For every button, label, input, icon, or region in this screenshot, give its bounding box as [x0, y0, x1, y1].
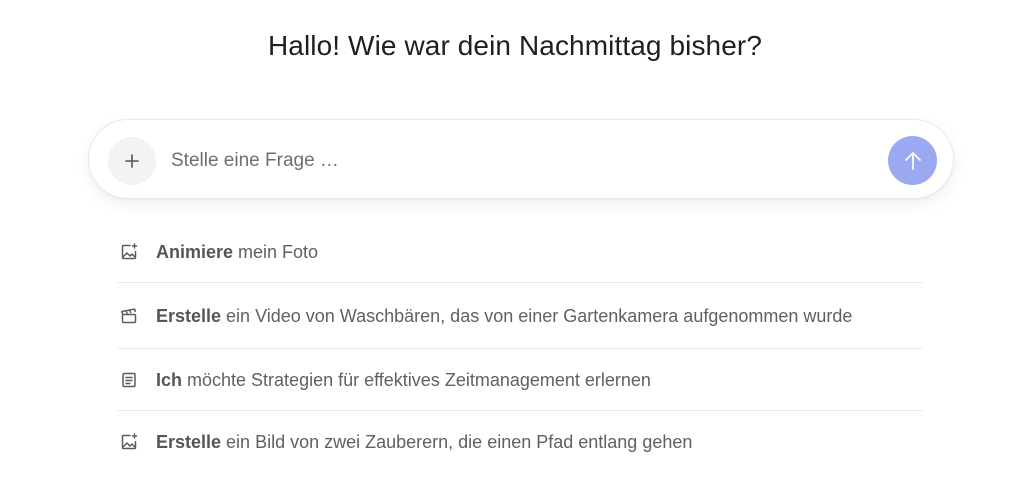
suggestion-text: mein Foto: [233, 242, 319, 262]
suggestion-text: möchte Strategien für effektives Zeitman…: [182, 369, 651, 390]
chat-home: Hallo! Wie war dein Nachmittag bisher? A…: [0, 0, 1030, 502]
greeting-title: Hallo! Wie war dein Nachmittag bisher?: [267, 30, 762, 61]
suggestion-list: Animiere mein Foto Erstelle ein Video vo…: [118, 222, 922, 473]
suggestion-item[interactable]: Ich möchte Strategien für effektives Zei…: [118, 349, 922, 411]
suggestion-verb: Erstelle: [156, 432, 222, 452]
prompt-input[interactable]: [171, 144, 871, 178]
plus-icon: [125, 154, 139, 168]
image-sparkle-icon: [118, 241, 140, 263]
suggestion-verb: Erstelle: [156, 305, 222, 326]
suggestion-verb: Ich: [156, 369, 183, 390]
arrow-up-icon: [904, 151, 921, 170]
prompt-composer: [88, 119, 954, 199]
suggestion-item[interactable]: Animiere mein Foto: [118, 222, 922, 283]
clapperboard-icon: [118, 305, 140, 327]
suggestion-verb: Animiere: [156, 242, 234, 262]
suggestion-text: ein Bild von zwei Zauberern, die einen P…: [221, 432, 693, 452]
document-icon: [118, 369, 140, 391]
suggestion-text: ein Video von Waschbären, das von einer …: [221, 305, 853, 326]
send-button[interactable]: [888, 136, 937, 185]
image-sparkle-icon: [118, 431, 140, 453]
suggestion-item[interactable]: Erstelle ein Video von Waschbären, das v…: [118, 283, 922, 349]
suggestion-item[interactable]: Erstelle ein Bild von zwei Zauberern, di…: [118, 411, 922, 473]
add-attachment-button[interactable]: [108, 137, 156, 185]
